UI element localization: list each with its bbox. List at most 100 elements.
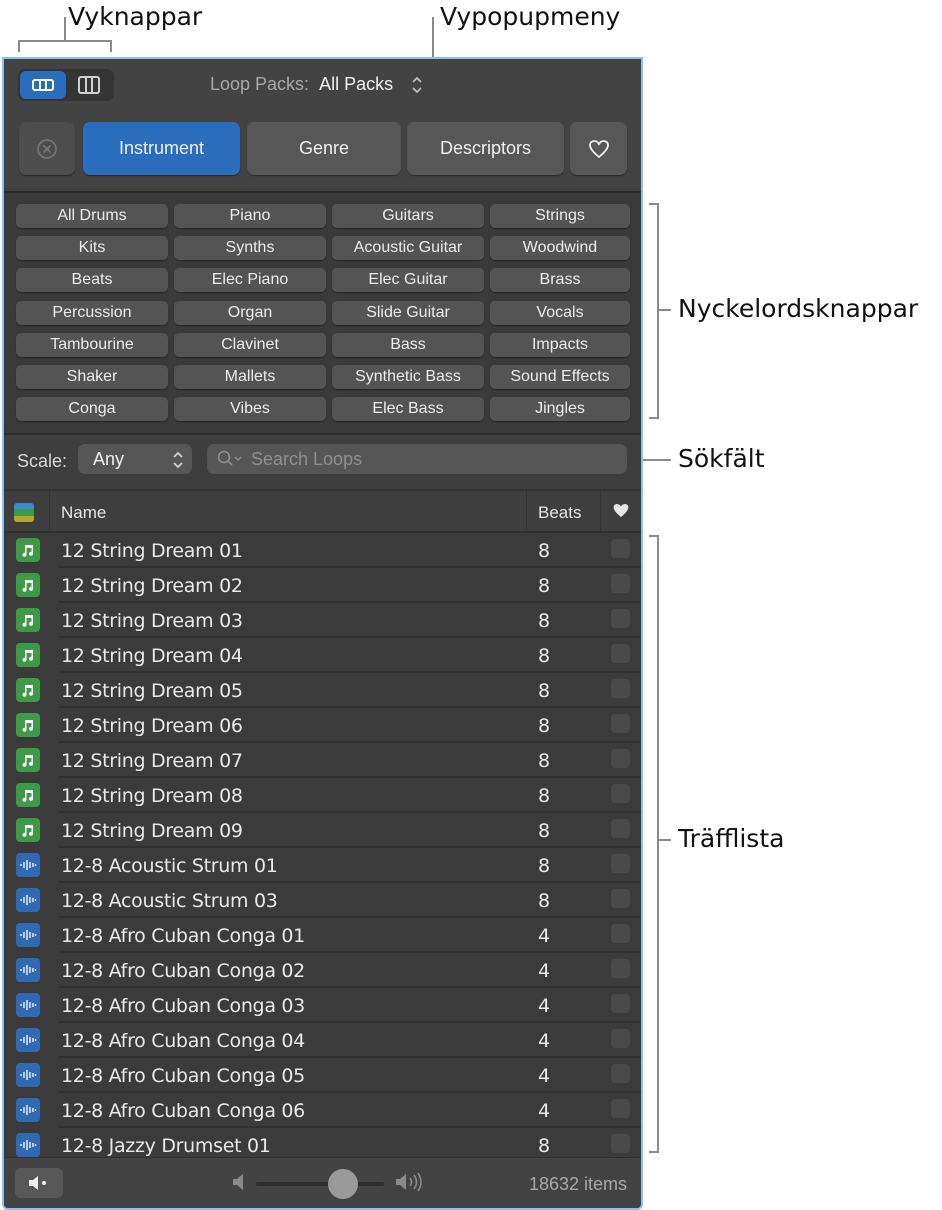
keyword-button[interactable]: Mallets <box>174 365 326 389</box>
favorite-checkbox[interactable] <box>611 714 630 733</box>
keyword-button[interactable]: Woodwind <box>490 236 630 261</box>
loop-name: 12-8 Jazzy Drumset 01 <box>61 1135 271 1157</box>
favorite-checkbox[interactable] <box>611 784 630 803</box>
loop-type-column-icon[interactable] <box>14 503 34 522</box>
keyword-button[interactable]: Piano <box>174 204 326 228</box>
software-instrument-loop-icon <box>16 783 40 807</box>
volume-slider-knob[interactable] <box>328 1169 359 1199</box>
favorite-checkbox[interactable] <box>611 1099 630 1118</box>
keyword-button[interactable]: Conga <box>16 397 168 422</box>
keyword-button[interactable]: Impacts <box>490 332 630 357</box>
favorite-checkbox[interactable] <box>611 959 630 978</box>
scale-popup[interactable]: Any <box>78 444 192 474</box>
audio-loop-icon <box>16 1028 40 1052</box>
search-input[interactable]: Search Loops <box>207 444 627 474</box>
keyword-button[interactable]: Slide Guitar <box>332 300 484 325</box>
keyword-button[interactable]: Organ <box>174 300 326 325</box>
keyword-button[interactable]: Kits <box>16 236 168 261</box>
list-header: Name Beats <box>4 489 641 533</box>
list-item[interactable]: 12-8 Afro Cuban Conga 01 4 <box>4 918 641 953</box>
favorite-checkbox[interactable] <box>611 749 630 768</box>
keyword-button[interactable]: Brass <box>490 268 630 293</box>
favorite-checkbox[interactable] <box>611 1064 630 1083</box>
software-instrument-loop-icon <box>16 608 40 632</box>
column-header-favorite[interactable] <box>612 502 630 524</box>
list-item[interactable]: 12-8 Acoustic Strum 01 8 <box>4 848 641 883</box>
keyword-button[interactable]: Elec Piano <box>174 268 326 293</box>
keyword-button[interactable]: Acoustic Guitar <box>332 236 484 261</box>
volume-slider[interactable] <box>256 1182 384 1186</box>
loop-beats: 8 <box>538 610 551 632</box>
keyword-button[interactable]: Percussion <box>16 300 168 325</box>
list-item[interactable]: 12-8 Afro Cuban Conga 06 4 <box>4 1093 641 1128</box>
keyword-button[interactable]: Beats <box>16 268 168 293</box>
callout-line <box>64 17 66 41</box>
favorite-checkbox[interactable] <box>611 1134 630 1153</box>
list-item[interactable]: 12 String Dream 08 8 <box>4 778 641 813</box>
loop-beats: 8 <box>538 680 551 702</box>
loop-beats: 8 <box>538 645 551 667</box>
search-icon <box>217 450 242 466</box>
keyword-button[interactable]: Synths <box>174 236 326 261</box>
loop-beats: 8 <box>538 715 551 737</box>
list-item[interactable]: 12-8 Afro Cuban Conga 02 4 <box>4 953 641 988</box>
button-view-button[interactable] <box>20 71 66 99</box>
keyword-button[interactable]: Shaker <box>16 365 168 389</box>
list-item[interactable]: 12 String Dream 01 8 <box>4 533 641 568</box>
favorite-checkbox[interactable] <box>611 1029 630 1048</box>
loop-packs-popup[interactable]: Loop Packs: All Packs <box>210 74 423 95</box>
favorite-checkbox[interactable] <box>611 819 630 838</box>
keyword-button[interactable]: All Drums <box>16 204 168 228</box>
keyword-button[interactable]: Strings <box>490 204 630 228</box>
keyword-button[interactable]: Jingles <box>490 397 630 422</box>
callout-view-buttons: Vyknappar <box>68 2 203 31</box>
list-item[interactable]: 12-8 Afro Cuban Conga 05 4 <box>4 1058 641 1093</box>
list-item[interactable]: 12 String Dream 09 8 <box>4 813 641 848</box>
favorite-checkbox[interactable] <box>611 924 630 943</box>
keyword-button[interactable]: Synthetic Bass <box>332 365 484 389</box>
list-item[interactable]: 12 String Dream 04 8 <box>4 638 641 673</box>
clear-filter-button[interactable] <box>19 122 75 175</box>
column-header-beats[interactable]: Beats <box>538 503 581 523</box>
favorite-checkbox[interactable] <box>611 854 630 873</box>
column-view-icon <box>78 76 100 94</box>
keyword-button[interactable]: Bass <box>332 332 484 357</box>
column-view-button[interactable] <box>66 71 112 99</box>
software-instrument-loop-icon <box>16 748 40 772</box>
list-item[interactable]: 12 String Dream 07 8 <box>4 743 641 778</box>
keyword-button[interactable]: Tambourine <box>16 332 168 357</box>
keyword-button[interactable]: Elec Bass <box>332 397 484 422</box>
loop-beats: 8 <box>538 855 551 877</box>
column-header-name[interactable]: Name <box>61 503 106 523</box>
list-item[interactable]: 12 String Dream 06 8 <box>4 708 641 743</box>
preview-speaker-button[interactable] <box>15 1168 63 1198</box>
search-placeholder: Search Loops <box>251 449 363 469</box>
list-item[interactable]: 12 String Dream 02 8 <box>4 568 641 603</box>
keyword-button[interactable]: Vibes <box>174 397 326 422</box>
list-item[interactable]: 12-8 Afro Cuban Conga 03 4 <box>4 988 641 1023</box>
keyword-button[interactable]: Vocals <box>490 300 630 325</box>
keyword-button[interactable]: Clavinet <box>174 332 326 357</box>
tab-instrument[interactable]: Instrument <box>83 122 240 175</box>
keyword-button[interactable]: Sound Effects <box>490 365 630 389</box>
tab-descriptors[interactable]: Descriptors <box>407 122 564 175</box>
favorite-checkbox[interactable] <box>611 574 630 593</box>
favorite-checkbox[interactable] <box>611 994 630 1013</box>
list-item[interactable]: 12-8 Acoustic Strum 03 8 <box>4 883 641 918</box>
favorite-checkbox[interactable] <box>611 644 630 663</box>
list-item[interactable]: 12 String Dream 05 8 <box>4 673 641 708</box>
list-item[interactable]: 12-8 Afro Cuban Conga 04 4 <box>4 1023 641 1058</box>
list-item[interactable]: 12 String Dream 03 8 <box>4 603 641 638</box>
keyword-button[interactable]: Elec Guitar <box>332 268 484 293</box>
loop-name: 12 String Dream 09 <box>61 820 243 842</box>
favorites-button[interactable] <box>570 122 627 175</box>
favorite-checkbox[interactable] <box>611 679 630 698</box>
callout-line <box>657 839 671 841</box>
favorite-checkbox[interactable] <box>611 889 630 908</box>
favorite-checkbox[interactable] <box>611 539 630 558</box>
loop-name: 12-8 Afro Cuban Conga 06 <box>61 1100 305 1122</box>
list-item[interactable]: 12-8 Jazzy Drumset 01 8 <box>4 1128 641 1157</box>
tab-genre[interactable]: Genre <box>247 122 401 175</box>
keyword-button[interactable]: Guitars <box>332 204 484 228</box>
favorite-checkbox[interactable] <box>611 609 630 628</box>
